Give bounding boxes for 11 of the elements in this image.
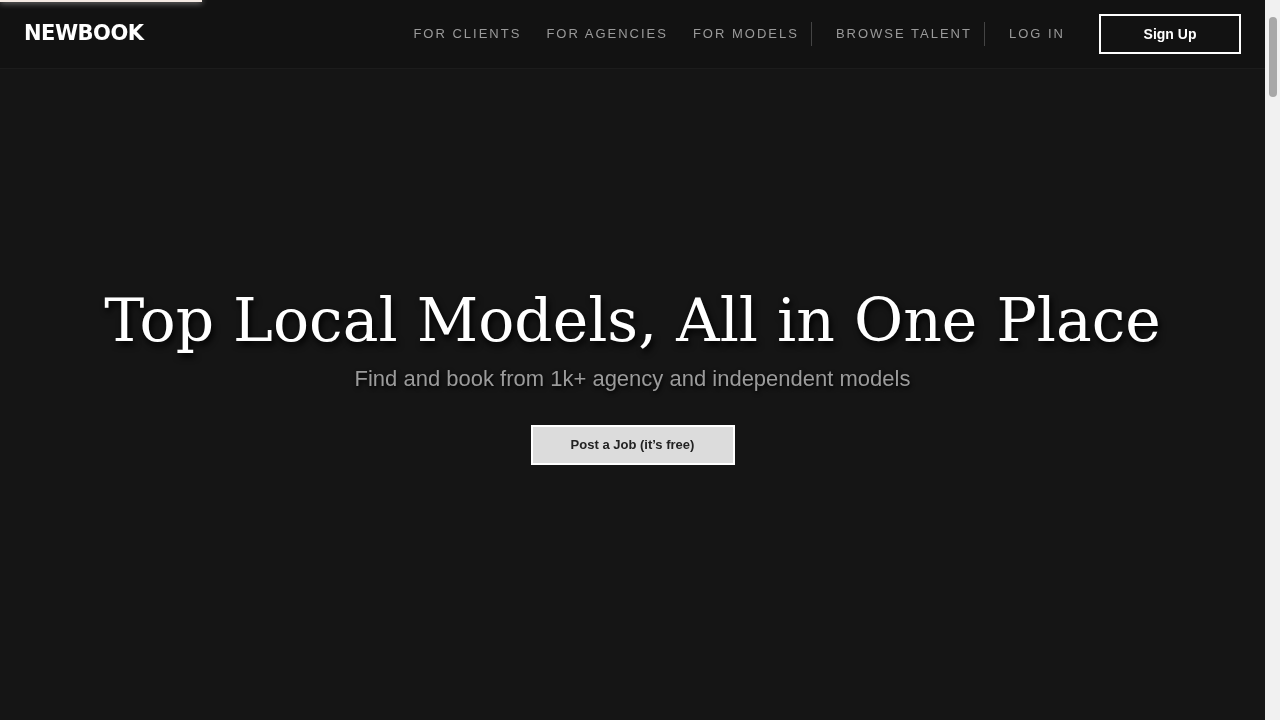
logo[interactable]: NEWBOOK bbox=[24, 18, 144, 50]
post-job-button[interactable]: Post a Job (it’s free) bbox=[530, 425, 735, 465]
scrollbar[interactable] bbox=[1265, 0, 1280, 720]
hero-title: Top Local Models, All in One Place bbox=[104, 284, 1161, 356]
nav-link[interactable]: LOG IN bbox=[1008, 24, 1065, 44]
nav-link[interactable]: FOR CLIENTS bbox=[413, 24, 522, 44]
sign-up-button[interactable]: Sign Up bbox=[1099, 14, 1241, 54]
nav-link[interactable]: BROWSE TALENT bbox=[835, 24, 972, 44]
nav-link[interactable]: FOR AGENCIES bbox=[546, 24, 668, 44]
hero-subtitle: Find and book from 1k+ agency and independent models bbox=[354, 365, 911, 393]
nav-link[interactable]: FOR MODELS bbox=[692, 24, 799, 44]
